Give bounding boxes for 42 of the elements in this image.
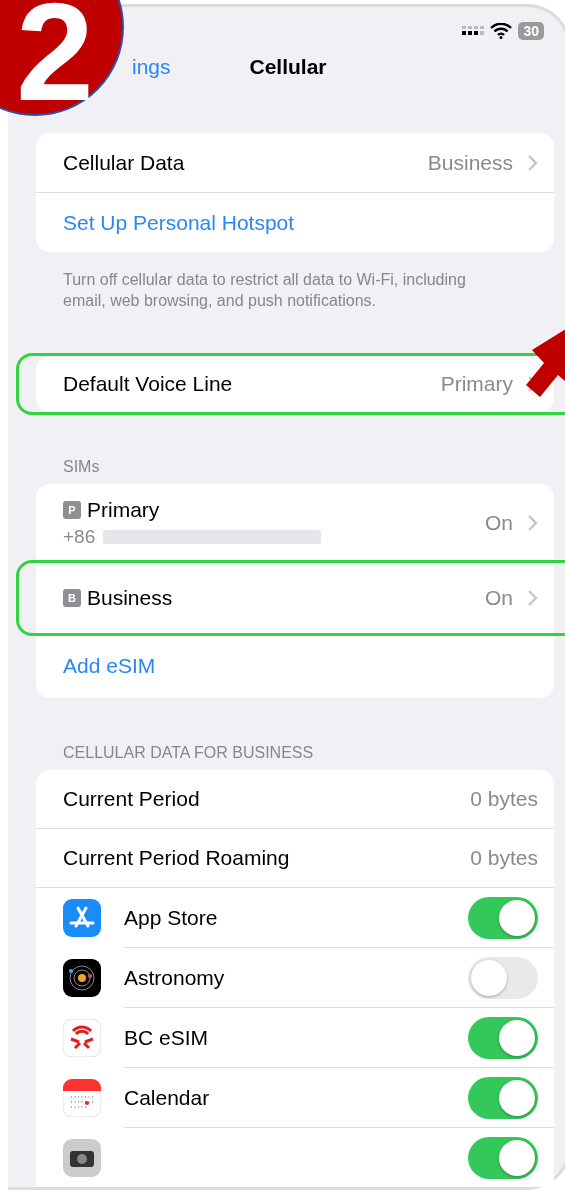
row-label: Default Voice Line bbox=[63, 372, 234, 396]
chevron-icon bbox=[527, 153, 538, 172]
battery-level: 30 bbox=[518, 22, 544, 41]
link-button[interactable]: Add eSIM bbox=[63, 654, 156, 678]
sim-badge: P bbox=[63, 501, 81, 519]
row-label: Cellular Data bbox=[63, 150, 186, 175]
row-value: 0 bytes bbox=[470, 846, 538, 870]
sim-badge: B bbox=[63, 589, 81, 607]
row-value: Business bbox=[427, 150, 513, 175]
row-label: Current Period Roaming bbox=[63, 846, 291, 870]
chevron-icon bbox=[527, 589, 538, 607]
camera-icon bbox=[63, 1138, 101, 1177]
row-label: Primary bbox=[87, 498, 161, 522]
chevron-icon bbox=[527, 514, 538, 532]
row-value: On bbox=[485, 586, 513, 610]
app-name: BC eSIM bbox=[124, 1025, 210, 1050]
toggle-switch[interactable] bbox=[468, 956, 538, 999]
phone-number: +86 bbox=[63, 526, 96, 548]
row-value: 0 bytes bbox=[470, 787, 538, 811]
emblem-icon bbox=[63, 1019, 101, 1057]
calendar-icon bbox=[63, 1079, 101, 1117]
row-value: On bbox=[485, 511, 513, 535]
footer-note: Turn off cellular data to restrict all data to Wi-Fi, including email, web browsing, and push notifications. bbox=[63, 270, 467, 312]
row-label: Current Period bbox=[63, 787, 201, 811]
toggle-switch[interactable] bbox=[468, 896, 538, 939]
section-header: CELLULAR DATA FOR BUSINESS bbox=[63, 744, 315, 762]
row-value: Primary bbox=[440, 372, 513, 396]
app-store-icon bbox=[63, 899, 101, 937]
app-name: Astronomy bbox=[124, 965, 226, 990]
row-label: Business bbox=[87, 586, 174, 610]
back-link[interactable]: ings bbox=[132, 55, 171, 80]
app-name: Calendar bbox=[124, 1085, 211, 1110]
link-button[interactable]: Set Up Personal Hotspot bbox=[63, 210, 295, 235]
signal-icon bbox=[462, 26, 485, 37]
toggle-switch[interactable] bbox=[468, 1076, 538, 1119]
orbit-icon bbox=[63, 959, 101, 997]
section-header: SIMs bbox=[63, 458, 101, 476]
toggle-switch[interactable] bbox=[468, 1016, 538, 1059]
screen-title: Cellular bbox=[249, 55, 327, 80]
wifi-icon bbox=[490, 23, 513, 40]
toggle-switch[interactable] bbox=[468, 1136, 538, 1179]
app-name: App Store bbox=[124, 905, 219, 930]
